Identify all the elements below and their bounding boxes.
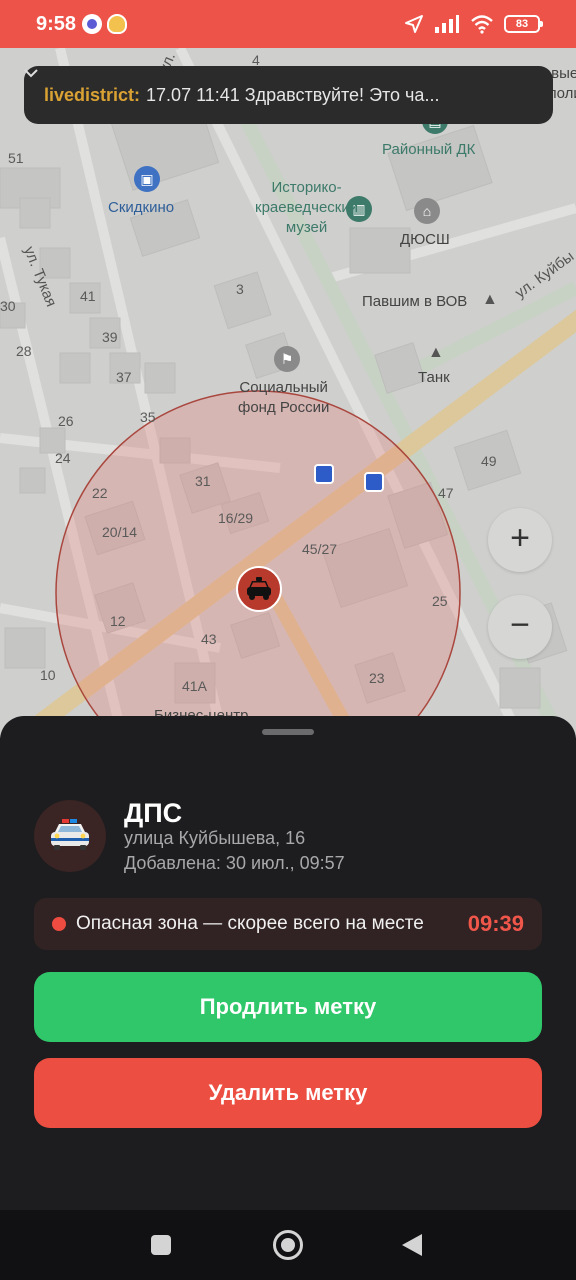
poi-museum-label[interactable]: Историко- краеведческий музей	[255, 178, 358, 238]
house-number: 45/27	[302, 541, 338, 557]
house-number: 47	[438, 485, 454, 501]
marker-title: ДПС	[124, 798, 183, 828]
sports-school-icon[interactable]: ⌂	[414, 198, 440, 224]
police-car-avatar	[34, 800, 106, 872]
house-number: 20/14	[102, 524, 138, 540]
recents-button[interactable]	[151, 1235, 171, 1255]
status-time: 9:58	[36, 13, 77, 35]
house-number: 31	[195, 473, 211, 489]
zoom-in-button[interactable]: +	[488, 508, 552, 572]
notification-text: 17.07 11:41 Здравствуйте! Это ча...	[146, 84, 440, 105]
location-arrow-icon	[405, 15, 423, 33]
chat-notification[interactable]: livedistrict: 17.07 11:41 Здравствуйте! …	[24, 66, 553, 124]
house-number: 26	[58, 413, 74, 429]
house-number: 22	[92, 485, 108, 501]
chevron-down-icon[interactable]	[24, 66, 38, 80]
app-notification-icon-2	[107, 14, 127, 34]
system-navigation-bar	[0, 1210, 576, 1280]
house-number: 43	[201, 631, 217, 647]
battery-icon: 83	[504, 15, 543, 33]
house-number: 37	[116, 369, 132, 385]
notification-sender: livedistrict:	[44, 84, 141, 105]
house-number: 12	[110, 613, 126, 629]
poi-culture-house-label[interactable]: Районный ДК	[382, 140, 475, 160]
house-number: 35	[140, 409, 156, 425]
house-number: 23	[369, 670, 385, 686]
house-number: 39	[102, 329, 118, 345]
home-button[interactable]	[273, 1230, 303, 1260]
house-number: 24	[55, 450, 71, 466]
battery-level: 83	[515, 18, 529, 30]
house-number: 3	[236, 281, 244, 297]
poi-sports-school-label[interactable]: ДЮСШ	[400, 230, 450, 250]
status-bar: 9:58 83	[0, 0, 576, 48]
bus-stop-icon[interactable]	[364, 472, 384, 492]
app-notification-icon	[82, 14, 102, 34]
bus-stop-icon[interactable]	[314, 464, 334, 484]
poi-cinema-label[interactable]: Скидкино	[108, 198, 174, 218]
dps-marker[interactable]	[236, 566, 282, 612]
house-number: 51	[8, 150, 24, 166]
police-car-icon	[51, 819, 89, 850]
house-number: 16/29	[218, 510, 254, 526]
map-view[interactable]: 4 51 41 30 28 3 39 37 26 24 35 31 22 16/…	[0, 48, 576, 738]
back-button[interactable]	[402, 1234, 422, 1256]
poi-pension-fund-label[interactable]: Социальный фонд России	[238, 378, 329, 418]
red-dot-icon	[52, 917, 66, 931]
marker-added-time: Добавлена: 30 июл., 09:57	[124, 853, 345, 873]
marker-address: улица Куйбышева, 16	[124, 828, 306, 848]
marker-details-sheet: ДПС улица Куйбышева, 16 Добавлена: 30 ию…	[0, 716, 576, 1210]
house-number: 28	[16, 343, 32, 359]
house-number: 25	[432, 593, 448, 609]
danger-zone-status: Опасная зона — скорее всего на месте 09:…	[34, 898, 542, 950]
cinema-icon[interactable]: ▣	[134, 166, 160, 192]
delete-marker-button[interactable]: Удалить метку	[34, 1058, 542, 1128]
drag-handle[interactable]	[262, 729, 314, 735]
house-number: 30	[0, 298, 16, 314]
countdown-timer: 09:39	[467, 911, 524, 936]
car-icon	[247, 577, 271, 600]
house-number: 10	[40, 667, 56, 683]
signal-icon	[435, 15, 459, 33]
house-number: 41А	[182, 678, 207, 694]
tank-icon: ▲	[428, 344, 444, 361]
danger-zone-text: Опасная зона — скорее всего на месте	[76, 913, 424, 934]
memorial-icon: ▲	[482, 291, 498, 308]
status-icons: 83	[404, 12, 543, 36]
poi-memorial-label[interactable]: Павшим в ВОВ	[362, 292, 467, 312]
extend-marker-button[interactable]: Продлить метку	[34, 972, 542, 1042]
zoom-out-button[interactable]: −	[488, 595, 552, 659]
house-number: 49	[481, 453, 497, 469]
wifi-icon	[471, 15, 493, 34]
pension-fund-icon[interactable]: ⚑	[274, 346, 300, 372]
house-number: 41	[80, 288, 96, 304]
poi-tank-label[interactable]: Танк	[418, 368, 450, 388]
